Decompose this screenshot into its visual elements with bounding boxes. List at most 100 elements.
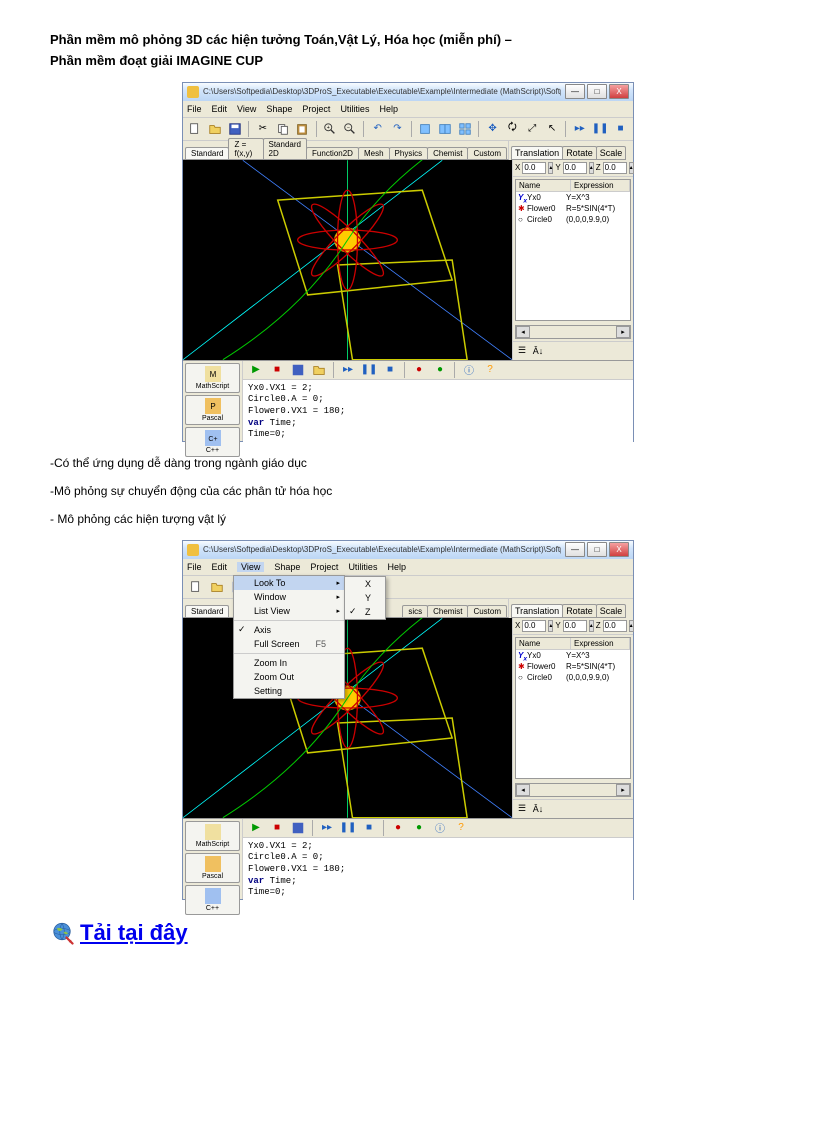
script-step-icon[interactable]: ● (431, 361, 449, 379)
menu-shape[interactable]: Shape (274, 562, 300, 572)
script-stop-icon[interactable]: ■ (360, 819, 378, 837)
menu-edit[interactable]: Edit (212, 104, 228, 114)
coord-x-stepper[interactable]: ▴ (548, 162, 553, 174)
coord-y-stepper[interactable]: ▴ (589, 162, 594, 174)
tab-physics[interactable]: Physics (389, 147, 429, 159)
tab-function2d[interactable]: Function2D (306, 147, 359, 159)
coord-z-input[interactable] (603, 162, 627, 174)
maximize-button[interactable]: □ (587, 542, 607, 557)
tool-pointer-icon[interactable]: ↖ (544, 120, 561, 138)
menu-item-zoom-in[interactable]: Zoom In (234, 656, 344, 670)
tab-chemist[interactable]: Chemist (427, 605, 468, 617)
menu-project[interactable]: Project (302, 104, 330, 114)
tool-cut-icon[interactable]: ✂ (254, 120, 271, 138)
script-tab-mathscript[interactable]: M MathScript (185, 363, 240, 393)
menu-file[interactable]: File (187, 104, 202, 114)
tool-new-icon[interactable] (187, 120, 204, 138)
tool-open-icon[interactable] (207, 120, 224, 138)
script-run-icon[interactable]: ▶ (247, 361, 265, 379)
tool-stop-icon[interactable]: ■ (612, 120, 629, 138)
side-tab-scale[interactable]: Scale (596, 146, 627, 160)
tab-custom[interactable]: Custom (467, 147, 507, 159)
tool-undo-icon[interactable]: ↶ (369, 120, 386, 138)
script-stop-icon[interactable]: ■ (381, 361, 399, 379)
menu-item-list-view[interactable]: List View▸ (234, 604, 344, 618)
minimize-button[interactable]: — (565, 84, 585, 99)
horiz-scrollbar[interactable]: ◂▸ (515, 783, 631, 797)
close-button[interactable]: X (609, 84, 629, 99)
script-step-icon[interactable]: ● (410, 819, 428, 837)
3d-viewport[interactable] (183, 160, 512, 360)
panel-props-icon[interactable]: ☰ (515, 802, 529, 816)
object-row[interactable]: ○Circle0(0,0,0,9.9,0) (516, 672, 630, 683)
menu-item-zoom-out[interactable]: Zoom Out (234, 670, 344, 684)
download-link[interactable]: Tải tại đây (80, 920, 188, 946)
menu-item-full-screen[interactable]: Full ScreenF5 (234, 637, 344, 651)
close-button[interactable]: X (609, 542, 629, 557)
script-tab-cpp[interactable]: C++ (185, 885, 240, 915)
menu-edit[interactable]: Edit (212, 562, 228, 572)
menu-item-setting[interactable]: Setting (234, 684, 344, 698)
menu-utilities[interactable]: Utilities (348, 562, 377, 572)
script-break-icon[interactable]: ● (410, 361, 428, 379)
object-row[interactable]: YxYx0 Y=X^3 (516, 192, 630, 203)
horiz-scrollbar[interactable]: ◂ ▸ (515, 325, 631, 339)
tool-open-icon[interactable] (208, 578, 226, 596)
minimize-button[interactable]: — (565, 542, 585, 557)
menu-file[interactable]: File (187, 562, 202, 572)
panel-sort-icon[interactable]: Â↓ (531, 344, 545, 358)
menu-utilities[interactable]: Utilities (340, 104, 369, 114)
menu-shape[interactable]: Shape (266, 104, 292, 114)
menu-item-axis[interactable]: ✓Axis (234, 623, 344, 637)
coord-x-input[interactable] (522, 162, 546, 174)
object-row[interactable]: ✱Flower0R=5*SIN(4*T) (516, 661, 630, 672)
script-save-icon[interactable] (289, 819, 307, 837)
script-check-icon[interactable]: ■ (268, 819, 286, 837)
script-resume-icon[interactable]: ▸▸ (339, 361, 357, 379)
script-editor[interactable]: Yx0.VX1 = 2; Circle0.A = 0; Flower0.VX1 … (243, 380, 633, 444)
script-check-icon[interactable]: ■ (268, 361, 286, 379)
menu-item-look-y[interactable]: Y (345, 591, 385, 605)
script-pause-icon[interactable]: ❚❚ (339, 819, 357, 837)
object-row[interactable]: ✱Flower0 R=5*SIN(4*T) (516, 203, 630, 214)
panel-sort-icon[interactable]: Â↓ (531, 802, 545, 816)
menu-item-look-to[interactable]: Look To▸ X Y ✓Z (234, 576, 344, 590)
side-tab-translation[interactable]: Translation (511, 146, 563, 160)
menu-help[interactable]: Help (387, 562, 406, 572)
menu-item-look-z[interactable]: ✓Z (345, 605, 385, 619)
tab-standard[interactable]: Standard (185, 605, 229, 617)
menu-item-look-x[interactable]: X (345, 577, 385, 591)
tool-zoom-in-icon[interactable]: + (322, 120, 339, 138)
script-help-icon[interactable]: ? (452, 819, 470, 837)
script-save-icon[interactable] (289, 361, 307, 379)
tab-custom[interactable]: Custom (467, 605, 507, 617)
tab-chemist[interactable]: Chemist (427, 147, 468, 159)
tool-move-icon[interactable]: ✥ (484, 120, 501, 138)
tool-view-1-icon[interactable] (417, 120, 434, 138)
script-help-icon[interactable]: ? (481, 361, 499, 379)
tab-mesh[interactable]: Mesh (358, 147, 390, 159)
coord-x-input[interactable] (522, 620, 546, 632)
scroll-left-button[interactable]: ◂ (516, 326, 530, 338)
tool-copy-icon[interactable] (274, 120, 291, 138)
script-resume-icon[interactable]: ▸▸ (318, 819, 336, 837)
panel-props-icon[interactable]: ☰ (515, 344, 529, 358)
script-run-icon[interactable]: ▶ (247, 819, 265, 837)
tab-standard2d[interactable]: Standard 2D (263, 138, 308, 159)
coord-z-stepper[interactable]: ▴ (629, 162, 634, 174)
menu-help[interactable]: Help (379, 104, 398, 114)
script-tab-mathscript[interactable]: MathScript (185, 821, 240, 851)
script-open-icon[interactable] (310, 361, 328, 379)
side-tab-translation[interactable]: Translation (511, 604, 563, 618)
tab-zfluid[interactable]: Z = f(x,y) (228, 138, 263, 159)
side-tab-rotate[interactable]: Rotate (562, 604, 597, 618)
tool-view-4-icon[interactable] (456, 120, 473, 138)
menu-item-window[interactable]: Window▸ (234, 590, 344, 604)
tool-save-icon[interactable] (227, 120, 244, 138)
script-info-icon[interactable]: ⓘ (431, 819, 449, 837)
menu-view[interactable]: View (237, 104, 256, 114)
object-row[interactable]: ○Circle0 (0,0,0,9.9,0) (516, 214, 630, 225)
tool-scale-icon[interactable]: ⤢ (524, 120, 541, 138)
tool-rotate-icon[interactable]: 🗘 (504, 120, 521, 138)
menu-view[interactable]: View (237, 562, 264, 572)
